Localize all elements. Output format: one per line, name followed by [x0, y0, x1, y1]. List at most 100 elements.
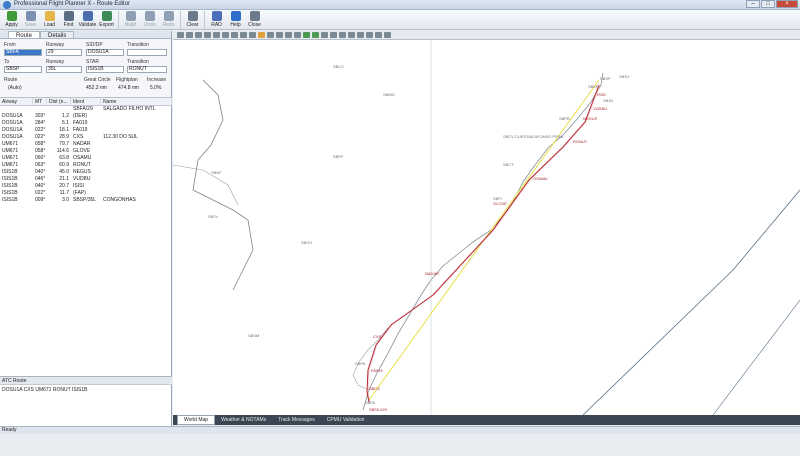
- map-label[interactable]: SBCT: [503, 162, 514, 167]
- clear-button[interactable]: Clear: [183, 10, 202, 30]
- table-row[interactable]: ISIS1B 022° 11.7 (FAP): [0, 190, 172, 197]
- tab-track-messages[interactable]: Track Messages: [272, 415, 321, 425]
- map-tool-icon[interactable]: [195, 32, 202, 38]
- from-field[interactable]: SBFA: [4, 49, 42, 56]
- map-label[interactable]: SBPB: [559, 116, 570, 121]
- tab-details[interactable]: Details: [40, 31, 75, 39]
- table-row[interactable]: UM671 063° 60.9 RONUT: [0, 162, 172, 169]
- to-transition-select[interactable]: RONUT: [127, 66, 167, 73]
- map-tool-icon[interactable]: [222, 32, 229, 38]
- load-button[interactable]: Load: [40, 10, 59, 30]
- map-label[interactable]: SBCX: [369, 386, 380, 391]
- map-label[interactable]: SBFA 029: [369, 407, 388, 412]
- table-row[interactable]: DOSU1A 022° 18.1 FA019: [0, 127, 172, 134]
- map-tool-icon[interactable]: [213, 32, 220, 38]
- save-button[interactable]: Save: [21, 10, 40, 30]
- map-label[interactable]: FA019: [371, 368, 383, 373]
- map-label[interactable]: SBJD: [603, 98, 613, 103]
- col-name[interactable]: Name: [101, 98, 172, 105]
- help-button[interactable]: Help: [226, 10, 245, 30]
- map-label[interactable]: VUDBU: [593, 106, 607, 111]
- map-label[interactable]: SBJV: [208, 214, 218, 219]
- map-canvas[interactable]: SBSP SBSJ SBKP SBJD SBCT SBCV CURITIBA AFONSO…: [173, 40, 800, 415]
- tab-route[interactable]: Route: [8, 31, 41, 39]
- map-tool-icon[interactable]: [276, 32, 283, 38]
- map-label[interactable]: GLOVE: [493, 201, 507, 206]
- col-mt[interactable]: MT: [33, 98, 47, 105]
- apply-button[interactable]: Apply: [2, 10, 21, 30]
- validate-button[interactable]: Validate: [78, 10, 97, 30]
- map-label[interactable]: SBMG: [383, 92, 395, 97]
- map-tool-icon[interactable]: [366, 32, 373, 38]
- from-runway-select[interactable]: 29: [46, 49, 82, 56]
- table-row[interactable]: DOSU1A 303° 1.2 (DER): [0, 113, 172, 120]
- map-label[interactable]: SBPA: [355, 361, 366, 366]
- map-tool-icon[interactable]: [312, 32, 319, 38]
- map-tool-icon[interactable]: [375, 32, 382, 38]
- window-close-button[interactable]: ×: [776, 0, 798, 8]
- map-label[interactable]: SBSM: [248, 333, 259, 338]
- map-label[interactable]: SBLO: [333, 64, 344, 69]
- map-tool-icon[interactable]: [267, 32, 274, 38]
- table-row[interactable]: UM671 060° 63.8 OSAMU: [0, 155, 172, 162]
- map-tool-icon[interactable]: [321, 32, 328, 38]
- map-tool-icon[interactable]: [303, 32, 310, 38]
- tab-cpmu-validation[interactable]: CPMU Validation: [321, 415, 371, 425]
- map-label[interactable]: SBKP: [588, 84, 599, 89]
- rad-button[interactable]: RAD: [207, 10, 226, 30]
- close-button[interactable]: Close: [245, 10, 264, 30]
- table-row[interactable]: UM671 058° 114.6 GLOVE: [0, 148, 172, 155]
- from-transition-select[interactable]: [127, 49, 167, 56]
- map-tool-icon[interactable]: [204, 32, 211, 38]
- map-tool-icon[interactable]: [240, 32, 247, 38]
- map-view[interactable]: SBSP SBSJ SBKP SBJD SBCT SBCV CURITIBA AFONSO…: [173, 31, 800, 415]
- map-tool-icon[interactable]: [177, 32, 184, 38]
- map-label[interactable]: SBSJ: [619, 74, 629, 79]
- map-tool-icon[interactable]: [330, 32, 337, 38]
- map-tool-icon[interactable]: [249, 32, 256, 38]
- map-label[interactable]: SBFA: [365, 400, 376, 405]
- table-row[interactable]: UM671 058° 79.7 NADAR: [0, 141, 172, 148]
- find-button[interactable]: Find: [59, 10, 78, 30]
- map-tool-icon[interactable]: [231, 32, 238, 38]
- map-tool-icon[interactable]: [186, 32, 193, 38]
- map-label[interactable]: CXS: [373, 334, 382, 339]
- table-row[interactable]: ISIS1B 040° 45.0 NEGUS: [0, 169, 172, 176]
- atc-route-text[interactable]: DOSU1A CXS UM671 RONUT ISIS1B: [0, 385, 172, 395]
- maximize-button[interactable]: □: [761, 0, 775, 8]
- map-label[interactable]: RONUT: [573, 139, 588, 144]
- to-runway-select[interactable]: 35L: [46, 66, 82, 73]
- undo-button[interactable]: Undo: [140, 10, 159, 30]
- map-label[interactable]: NEGUS: [583, 116, 598, 121]
- map-tool-icon[interactable]: [258, 32, 265, 38]
- table-row[interactable]: ISIS1B 009° 3.0 SBSP/35L CONGONHAS: [0, 197, 172, 204]
- redo-button[interactable]: Redo: [159, 10, 178, 30]
- col-airway[interactable]: Airway: [0, 98, 33, 105]
- map-label[interactable]: ISISI: [597, 92, 606, 97]
- map-tool-icon[interactable]: [285, 32, 292, 38]
- map-label[interactable]: OSAMU: [533, 176, 548, 181]
- to-field[interactable]: SBSP: [4, 66, 42, 73]
- map-label[interactable]: SBPF: [333, 154, 344, 159]
- minimize-button[interactable]: –: [746, 0, 760, 8]
- table-row[interactable]: ISIS1B 046° 21.1 VUDBU: [0, 176, 172, 183]
- tab-weather-notams[interactable]: Weather & NOTAMs: [215, 415, 272, 425]
- table-row[interactable]: DOSU1A 284° 5.1 FA019: [0, 120, 172, 127]
- export-button[interactable]: Export: [97, 10, 116, 30]
- star-select[interactable]: ISIS1B: [86, 66, 124, 73]
- map-tool-icon[interactable]: [348, 32, 355, 38]
- build-button[interactable]: Build: [121, 10, 140, 30]
- table-row[interactable]: DOSU1A 022° 28.9 CXS 112.30 DO SUL: [0, 134, 172, 141]
- map-label[interactable]: SBNF: [211, 170, 222, 175]
- table-row[interactable]: ISIS1B 040° 20.7 ISISI: [0, 183, 172, 190]
- map-label[interactable]: SBSP: [600, 76, 611, 81]
- map-label[interactable]: NADAR: [425, 271, 439, 276]
- table-row[interactable]: SBFA/29 SALGADO FILHO INTL: [0, 106, 172, 113]
- col-dist[interactable]: Dist (n...: [47, 98, 71, 105]
- map-tool-icon[interactable]: [339, 32, 346, 38]
- map-label[interactable]: SBCH: [301, 240, 312, 245]
- map-label[interactable]: SBCV CURITIBA AFONSO PENA: [503, 134, 564, 139]
- sid-select[interactable]: DOSU1A: [86, 49, 124, 56]
- map-tool-icon[interactable]: [357, 32, 364, 38]
- map-tool-icon[interactable]: [294, 32, 301, 38]
